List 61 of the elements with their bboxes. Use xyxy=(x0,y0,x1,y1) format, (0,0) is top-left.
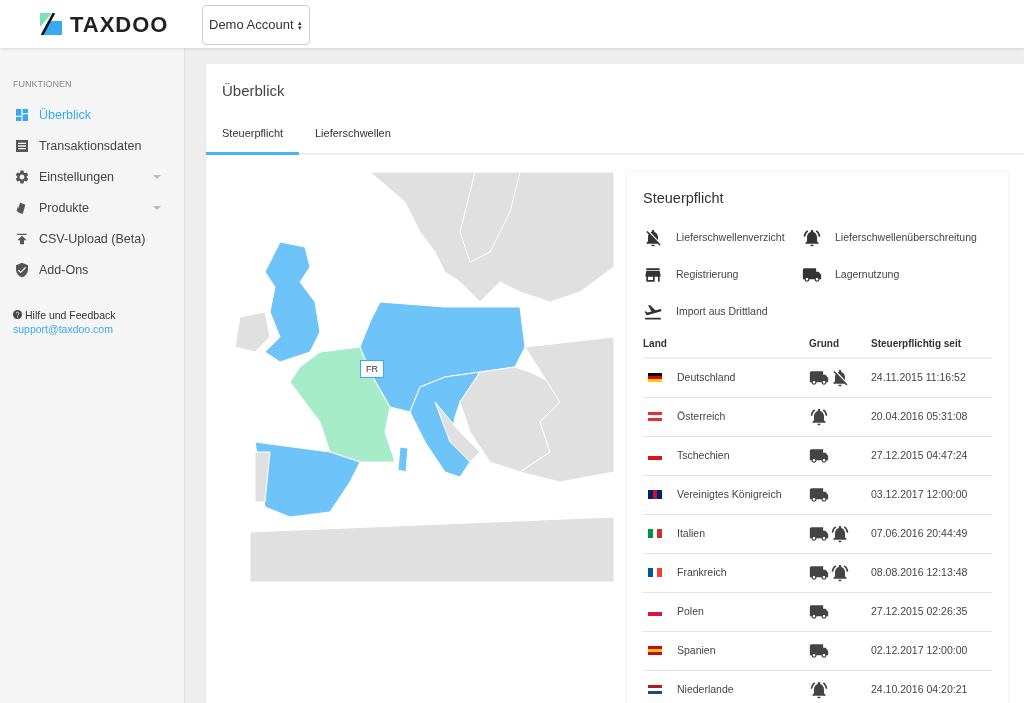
date-text: 27.12.2015 02:26:35 xyxy=(871,604,968,617)
column-header: Land xyxy=(643,337,667,352)
logo-mark-icon xyxy=(40,13,62,35)
legend-label: Registrierung xyxy=(676,267,739,283)
help-icon xyxy=(13,310,22,319)
tab[interactable]: Lieferschwellen xyxy=(299,116,407,155)
ringing-bell-icon xyxy=(830,562,850,583)
country-name: Italien xyxy=(677,525,706,541)
legend-label: Lagernutzung xyxy=(835,267,900,283)
country-name: Frankreich xyxy=(677,564,727,580)
column-header: Grund xyxy=(809,337,839,352)
ringing-bell-icon xyxy=(809,679,829,700)
section-title: FUNKTIONEN xyxy=(12,78,73,91)
date-text: 03.12.2017 12:00:00 xyxy=(871,487,968,500)
date-text: 24.10.2016 04:20:21 xyxy=(871,682,968,695)
flag-icon xyxy=(648,685,662,695)
date-text: 07.06.2016 20:44:49 xyxy=(871,526,968,539)
flag-icon xyxy=(648,490,662,500)
sidebar-item[interactable]: Add-Ons xyxy=(0,254,184,286)
column-header: Steuerpflichtig seit xyxy=(871,338,961,350)
dashboard-icon xyxy=(14,107,30,123)
country-name: Vereinigtes Königreich xyxy=(677,486,782,502)
page-title: Überblick xyxy=(221,81,286,101)
country-name: Spanien xyxy=(677,642,716,658)
bell-off-icon xyxy=(643,228,663,249)
flag-icon xyxy=(648,373,662,383)
map-marker: FR xyxy=(360,360,384,378)
help-label: Hilfe und Feedback xyxy=(25,307,116,322)
country-name: Polen xyxy=(677,603,704,619)
bell-off-icon xyxy=(830,367,850,388)
flag-icon xyxy=(648,529,662,539)
country-name: Tschechien xyxy=(677,447,730,463)
sidebar-item[interactable]: Produkte xyxy=(0,192,184,224)
legend-label: Lieferschwellenverzicht xyxy=(676,230,785,246)
settings-icon xyxy=(14,169,30,185)
date-text: 02.12.2017 12:00:00 xyxy=(871,643,968,656)
legend-label: Lieferschwellenüberschreitung xyxy=(835,230,977,246)
sidebar-item[interactable]: Transaktionsdaten xyxy=(0,130,184,162)
ringing-bell-icon xyxy=(809,406,829,427)
ringing-bell-icon xyxy=(830,523,850,544)
sidebar-item[interactable]: CSV-Upload (Beta) xyxy=(0,223,184,255)
date-text: 08.08.2016 12:13:48 xyxy=(871,565,968,578)
sidebar-item[interactable]: Einstellungen xyxy=(0,161,184,193)
date-text: 20.04.2016 05:31:08 xyxy=(871,409,968,422)
date-text: 24.11.2015 11:16:52 xyxy=(871,370,966,383)
upload-icon xyxy=(14,231,30,247)
country-name: Österreich xyxy=(677,408,726,424)
country-name: Deutschland xyxy=(677,369,736,385)
shield-check-icon xyxy=(14,262,30,278)
panel-title: Steuerpflicht xyxy=(643,189,725,208)
flag-icon xyxy=(648,646,662,656)
legend-label: Import aus Drittland xyxy=(676,304,768,320)
tab[interactable]: Steuerpflicht xyxy=(206,116,299,155)
plane-landing-icon xyxy=(643,302,663,323)
flag-icon xyxy=(648,412,662,422)
logo-text: TAXDOO xyxy=(70,10,169,39)
date-text: 27.12.2015 04:47:24 xyxy=(871,448,968,461)
flag-icon xyxy=(648,568,662,578)
list-icon xyxy=(14,138,30,154)
country-name: Niederlande xyxy=(677,681,734,697)
ringing-bell-icon xyxy=(802,228,822,249)
